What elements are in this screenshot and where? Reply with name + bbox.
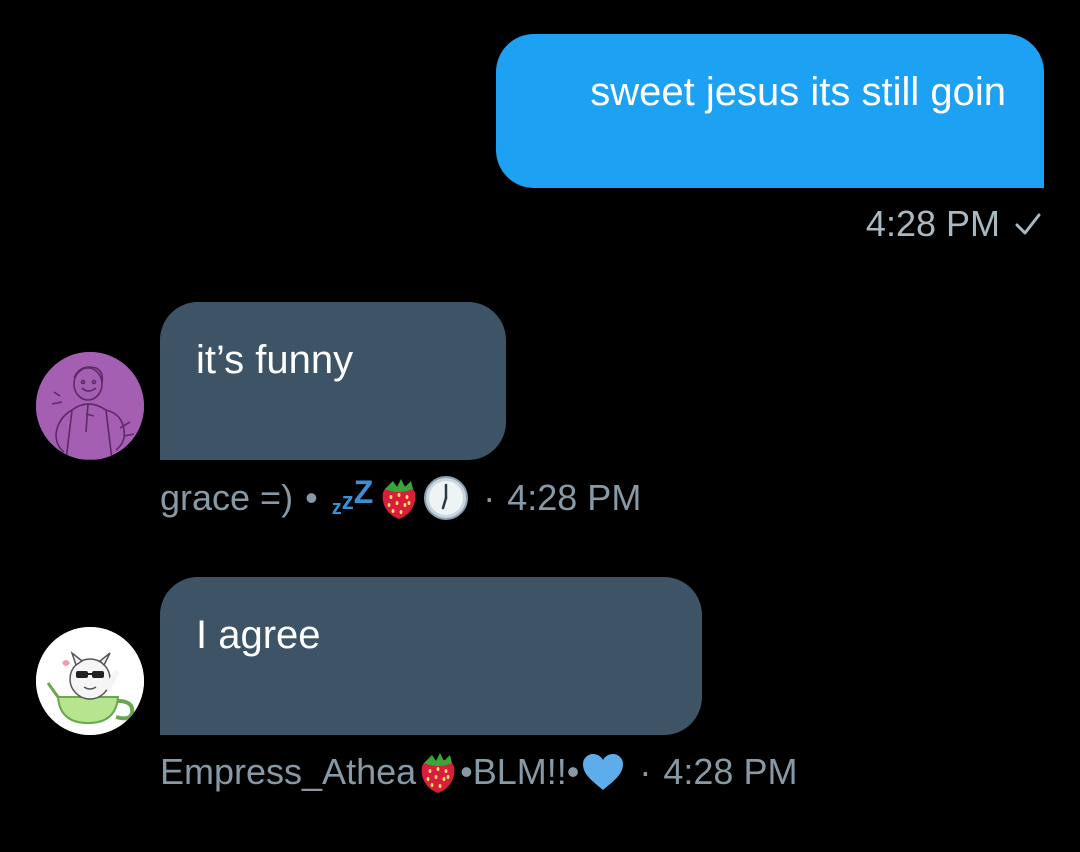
avatar[interactable] [36,627,144,735]
incoming-message-text: it’s funny [196,338,354,382]
sender-name[interactable]: Empress_Athea [160,751,416,793]
outgoing-message-bubble[interactable]: sweet jesus its still goin [496,34,1044,188]
incoming-message-bubble[interactable]: it’s funny [160,302,506,460]
outgoing-message-text: sweet jesus its still goin [590,70,1006,114]
time-separator: · [639,751,652,792]
incoming-message-meta: Empress_Athea •BLM!!• · 4:28 PM [160,746,797,798]
check-icon [1014,210,1042,238]
incoming-message-meta: grace =) • zzZ · 4:28 PM [160,472,641,524]
sender-name[interactable]: grace =) [160,477,293,519]
strawberry-icon [379,475,419,521]
outgoing-message-time: 4:28 PM [865,203,1000,244]
outgoing-message-meta: 4:28 PM [866,200,1042,248]
incoming-message-time: 4:28 PM [663,751,798,792]
incoming-message-bubble[interactable]: I agree [160,577,702,735]
clock-icon [423,475,469,521]
incoming-message-time: 4:28 PM [507,477,642,518]
blue-heart-icon [581,752,625,792]
zzz-icon: zzZ [331,474,374,519]
sender-separator: • [305,477,318,518]
strawberry-icon [418,749,458,795]
time-separator: · [483,477,496,518]
sender-suffix: •BLM!!• [460,751,580,792]
incoming-message-text: I agree [196,613,321,657]
avatar[interactable] [36,352,144,460]
